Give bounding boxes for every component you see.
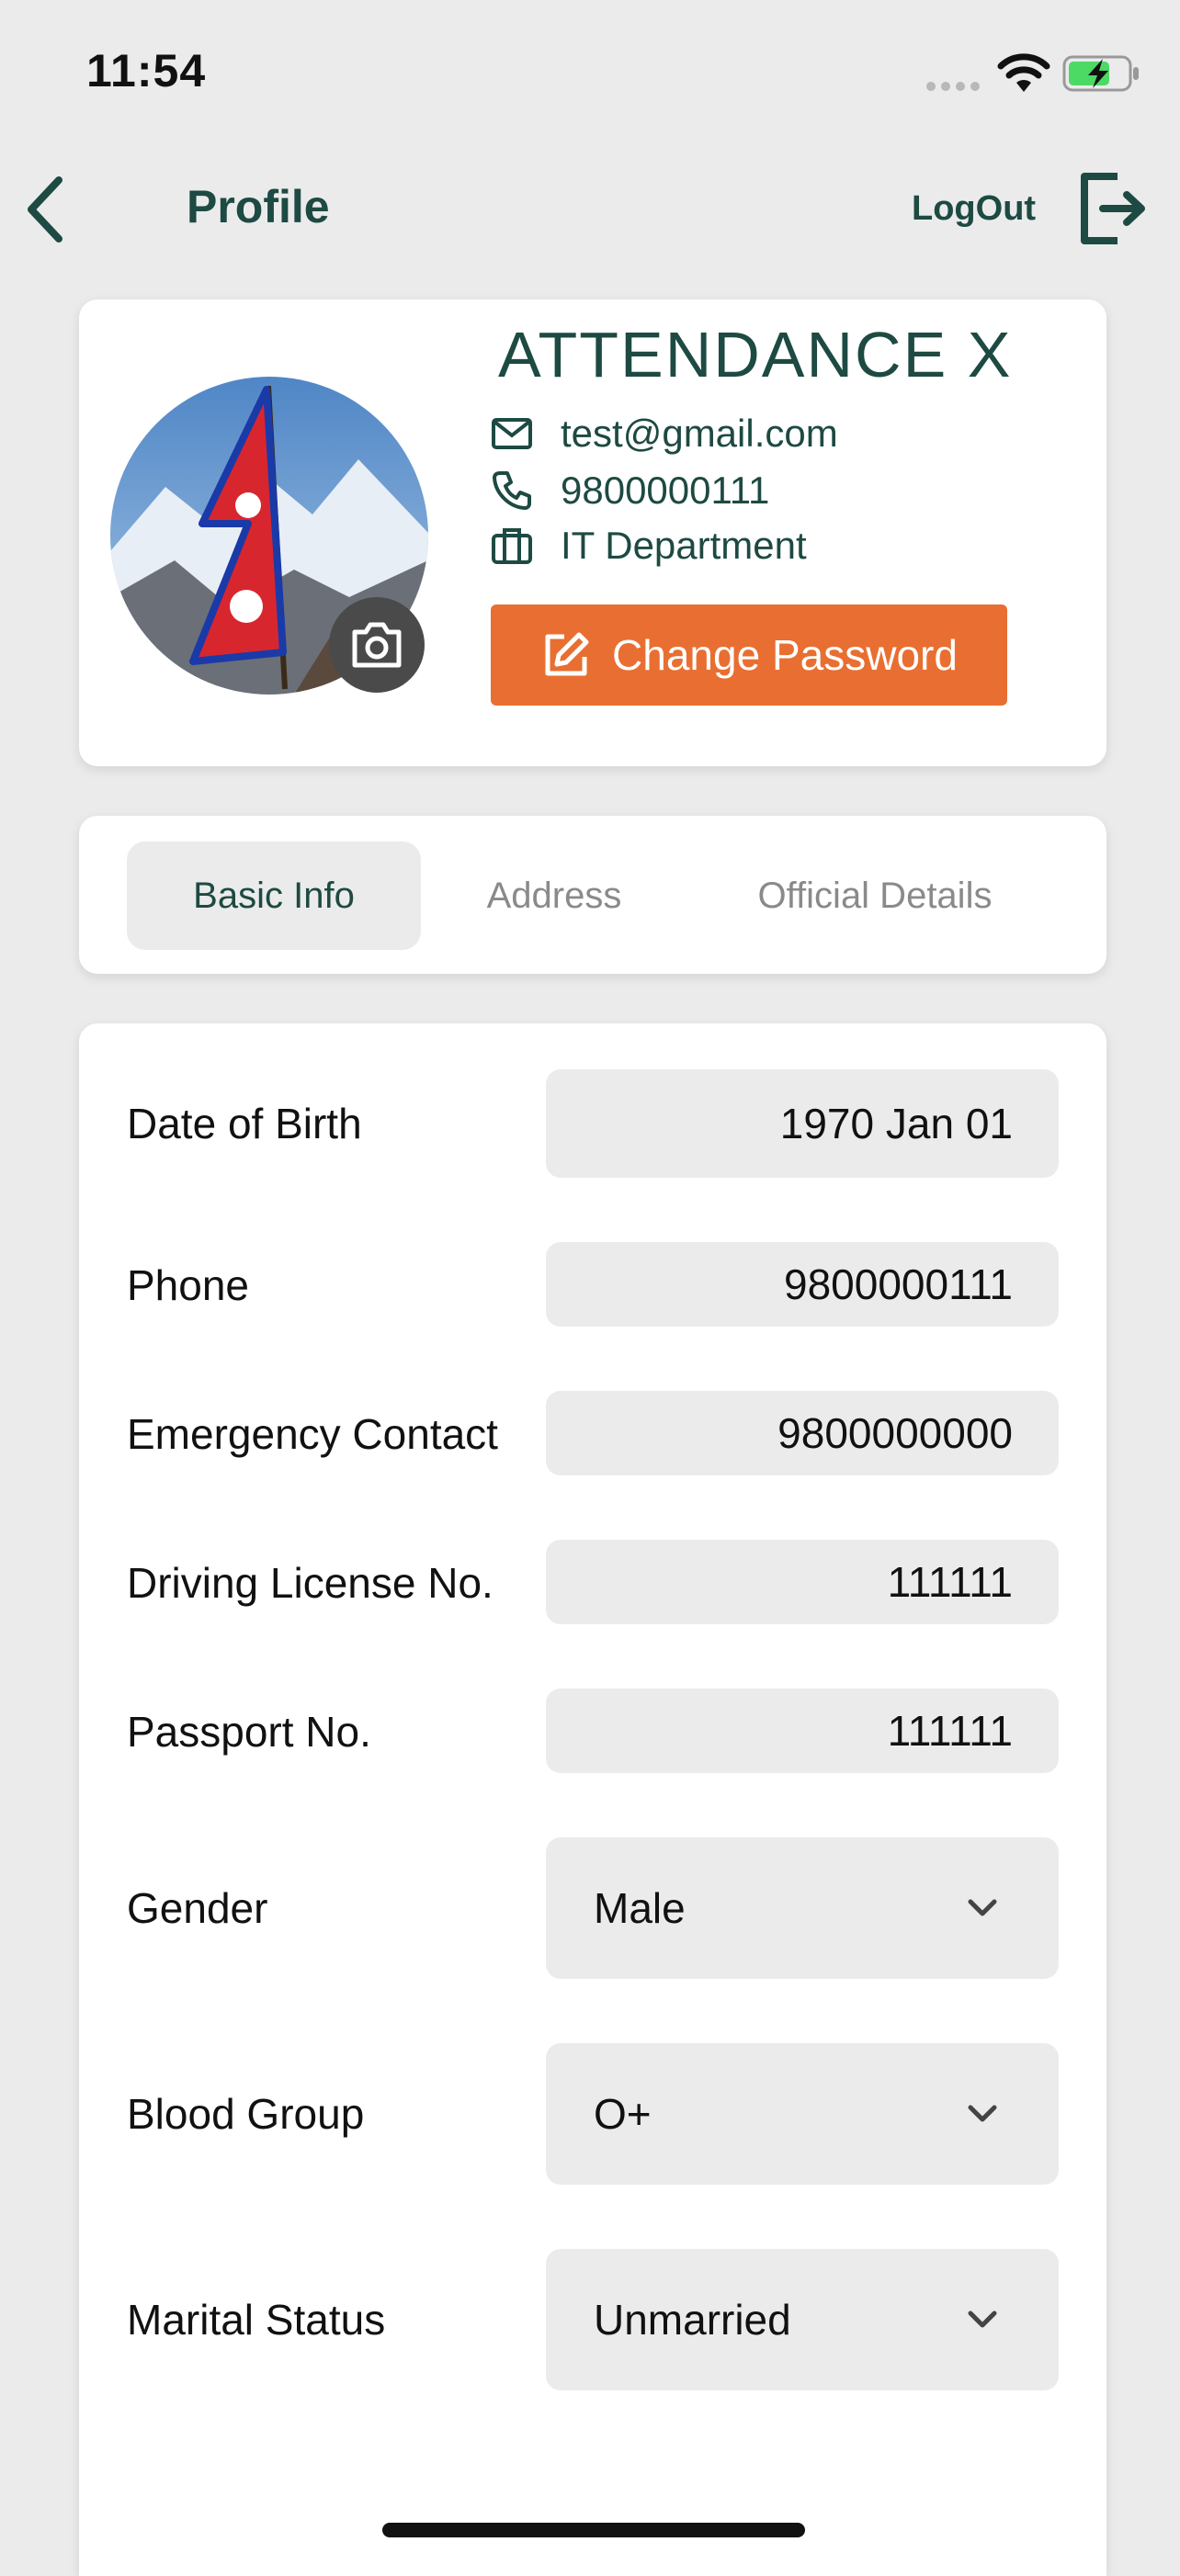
tab-address[interactable]: Address	[439, 842, 669, 950]
battery-charging-icon	[1062, 53, 1141, 98]
change-password-button[interactable]: Change Password	[491, 604, 1007, 706]
phone-field[interactable]: 9800000111	[546, 1242, 1059, 1327]
dob-field[interactable]: 1970 Jan 01	[546, 1069, 1059, 1178]
wifi-icon	[996, 53, 1051, 98]
phone-icon	[493, 471, 531, 510]
passport-label: Passport No.	[127, 1708, 371, 1756]
chevron-down-icon	[968, 2310, 997, 2328]
emergency-contact-field[interactable]: 9800000000	[546, 1391, 1059, 1475]
department-row: IT Department	[491, 524, 807, 568]
change-password-label: Change Password	[612, 631, 958, 679]
blood-group-label: Blood Group	[127, 2090, 365, 2138]
status-time: 11:54	[86, 45, 207, 96]
profile-email: test@gmail.com	[561, 412, 838, 455]
camera-icon	[352, 622, 402, 668]
tab-official-details[interactable]: Official Details	[709, 842, 1040, 950]
passport-field[interactable]: 111111	[546, 1689, 1059, 1773]
phone-row: 9800000111	[491, 469, 769, 513]
gender-label: Gender	[127, 1884, 268, 1932]
gender-select[interactable]: Male	[546, 1837, 1059, 1979]
email-row: test@gmail.com	[491, 412, 838, 456]
dob-label: Date of Birth	[127, 1100, 362, 1147]
logout-button[interactable]: LogOut	[912, 189, 1036, 229]
chevron-down-icon	[968, 2105, 997, 2122]
cellular-signal-icon	[926, 79, 985, 96]
marital-status-label: Marital Status	[127, 2296, 386, 2344]
chevron-down-icon	[968, 1899, 997, 1916]
company-name: ATTENDANCE X	[498, 319, 1013, 390]
driving-license-field[interactable]: 111111	[546, 1540, 1059, 1624]
profile-department: IT Department	[561, 524, 807, 567]
logout-icon[interactable]	[1075, 171, 1149, 251]
back-button[interactable]	[18, 173, 74, 251]
briefcase-icon	[492, 528, 532, 564]
page-title: Profile	[187, 181, 330, 232]
home-indicator	[382, 2523, 805, 2537]
change-photo-button[interactable]	[329, 597, 425, 693]
edit-icon	[545, 632, 589, 676]
driving-license-label: Driving License No.	[127, 1559, 494, 1607]
profile-phone: 9800000111	[561, 469, 770, 512]
blood-group-select[interactable]: O+	[546, 2043, 1059, 2185]
tab-basic-info[interactable]: Basic Info	[127, 842, 421, 950]
emergency-contact-label: Emergency Contact	[127, 1410, 498, 1458]
marital-status-select[interactable]: Unmarried	[546, 2249, 1059, 2390]
phone-label: Phone	[127, 1261, 250, 1309]
mail-icon	[492, 418, 532, 449]
